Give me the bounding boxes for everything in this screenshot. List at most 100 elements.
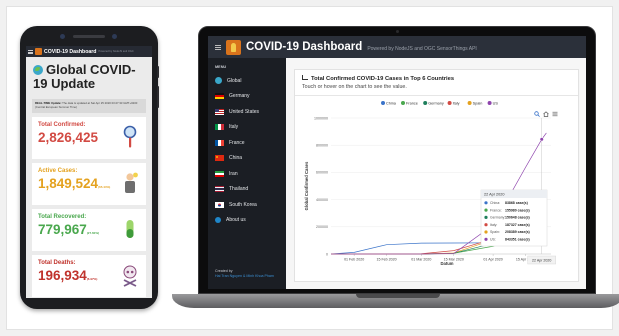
sidebar-item-global[interactable]: Global (208, 73, 286, 89)
app-logo-icon (226, 39, 241, 55)
legend-label: China (386, 102, 397, 106)
sidebar-item-france[interactable]: France (208, 135, 286, 151)
y-tick-label: 400000 (316, 198, 328, 202)
legend-label: Spain (473, 102, 483, 106)
sidebar-item-united-states[interactable]: United States (208, 104, 286, 120)
stat-card-confirmed: Total Confirmed: 2,826,425 (32, 116, 146, 159)
tooltip-title: 22 Apr 2020 (484, 193, 504, 197)
stat-number: 196,934 (38, 267, 87, 283)
mobile-heading: Global COVID-19 Update (26, 57, 152, 95)
desktop-app-subtitle: Powered by NodeJS and OGC SensorThings A… (367, 45, 477, 52)
tooltip-marker (484, 237, 488, 241)
phone-mockup: COVID-19 Dashboard Powered by NodeJS and… (20, 26, 159, 309)
stat-number: 2,826,425 (38, 129, 99, 145)
legend-marker (423, 101, 428, 105)
tooltip-value: 155980 case(s) (505, 208, 530, 212)
tooltip-country: Germany: (490, 216, 505, 220)
y-tick-label: 600000 (316, 171, 328, 175)
tooltip-value: 83868 case(s) (505, 201, 528, 205)
legend-label: France (406, 102, 418, 106)
x-tick-label: 01 Feb 2020 (344, 258, 364, 262)
stat-percent: (27.60%) (86, 230, 99, 235)
tooltip-value: 187327 case(s) (505, 223, 530, 227)
stat-card-active: Active Cases: 1,849,524(65.44%) (32, 162, 146, 205)
y-tick-label: 200000 (316, 225, 328, 229)
tooltip-country: France: (490, 208, 502, 212)
pill-icon (126, 219, 134, 238)
sidebar-item-label: Global (227, 77, 242, 84)
sidebar-item-germany[interactable]: Germany (208, 89, 286, 105)
sidebar-item-label: Italy (229, 124, 239, 131)
legend-label: US (493, 102, 499, 106)
y-tick-label: 800000 (316, 144, 328, 148)
sidebar-item-thailand[interactable]: Thailand (208, 182, 286, 198)
chart-legend: China France Germany Italy Spain US (381, 101, 498, 106)
created-by-names[interactable]: Hai Tran Nguyen & Minh Khoa Pham (215, 274, 274, 278)
flag-iran-icon (215, 170, 224, 177)
realtime-notice: REAL-TIME Update: The data is updated at… (32, 99, 146, 113)
tooltip-value: 208389 case(s) (505, 230, 530, 234)
laptop-base (172, 294, 619, 308)
legend-marker (467, 101, 472, 105)
sidebar-item-label: United States (229, 108, 260, 115)
sidebar-item-label: Iran (229, 170, 238, 177)
legend-marker (401, 101, 405, 105)
x-hover-text: 22 Apr 2020 (532, 258, 551, 262)
flag-south-korea-icon (215, 201, 224, 208)
menu-label: MENU (215, 65, 227, 69)
tooltip-country: Italy: (490, 223, 497, 227)
line-chart[interactable]: China France Germany Italy Spain US 0 200000 40… (295, 70, 578, 281)
tooltip-country: China: (490, 201, 500, 205)
sidebar-item-china[interactable]: China (208, 151, 286, 167)
chart-panel: Total Confirmed COVID-19 Cases in Top 6 … (294, 69, 579, 282)
laptop-camera-icon (396, 30, 399, 33)
sidebar-item-iran[interactable]: Iran (208, 166, 286, 182)
skull-icon (123, 265, 137, 287)
laptop-notch (356, 294, 440, 298)
sidebar-item-south-korea[interactable]: South Korea (208, 197, 286, 213)
laptop-lid: COVID-19 Dashboard Powered by NodeJS and… (198, 26, 596, 294)
phone-camera-icon (112, 34, 117, 39)
mobile-app-subtitle: Powered by NodeJS and OGC (98, 50, 134, 53)
x-hover-label: 22 Apr 2020 (527, 255, 556, 265)
phone-sensor-icon (60, 34, 65, 39)
info-icon (215, 217, 221, 224)
mobile-app-title: COVID-19 Dashboard (44, 48, 97, 55)
hamburger-icon[interactable] (28, 49, 33, 54)
tooltip-marker (484, 215, 488, 219)
globe-icon (215, 77, 222, 85)
sidebar-item-label: Germany (229, 93, 250, 100)
flag-thailand-icon (215, 186, 224, 193)
stat-number: 1,849,524 (38, 175, 99, 191)
magnifier-icon (123, 125, 137, 148)
sidebar-item-italy[interactable]: Italy (208, 120, 286, 136)
sidebar-item-label: Thailand (229, 186, 249, 193)
hover-point (539, 137, 544, 142)
phone-power-button (157, 86, 159, 108)
x-tick-label: 15 Feb 2020 (376, 258, 396, 262)
legend-label: Germany (428, 102, 444, 106)
flag-germany-icon (215, 93, 224, 100)
mobile-screen: COVID-19 Dashboard Powered by NodeJS and… (26, 46, 152, 298)
sidebar-item-label: France (229, 139, 245, 146)
desktop-top-bar: COVID-19 Dashboard Powered by NodeJS and… (208, 36, 586, 58)
chart-tooltip: 22 Apr 2020 China: 83868 case(s)France: 155… (480, 189, 548, 247)
patient-icon (125, 172, 138, 193)
y-tick-label: 0 (326, 252, 328, 256)
flag-usa-icon (215, 108, 224, 115)
y-axis-label: Global Confirmed Cases (304, 161, 309, 210)
flag-france-icon (215, 139, 224, 146)
tooltip-value: 150648 case(s) (505, 216, 530, 220)
sidebar-item-about-us[interactable]: About us (208, 213, 286, 229)
desktop-screen: COVID-19 Dashboard Powered by NodeJS and… (208, 36, 586, 289)
tooltip-marker (484, 230, 488, 234)
app-logo-icon (35, 48, 42, 55)
stat-percent: (6.97%) (86, 276, 98, 281)
tooltip-country: US: (490, 238, 496, 242)
legend-label: Italy (453, 102, 460, 106)
hamburger-icon[interactable] (215, 44, 221, 50)
x-tick-label: 01 Mar 2020 (411, 258, 431, 262)
x-axis-label: Datum (440, 261, 453, 266)
mobile-heading-text: Global COVID-19 Update (33, 62, 136, 91)
sidebar: MENU Global Germany United States Italy … (208, 58, 286, 289)
